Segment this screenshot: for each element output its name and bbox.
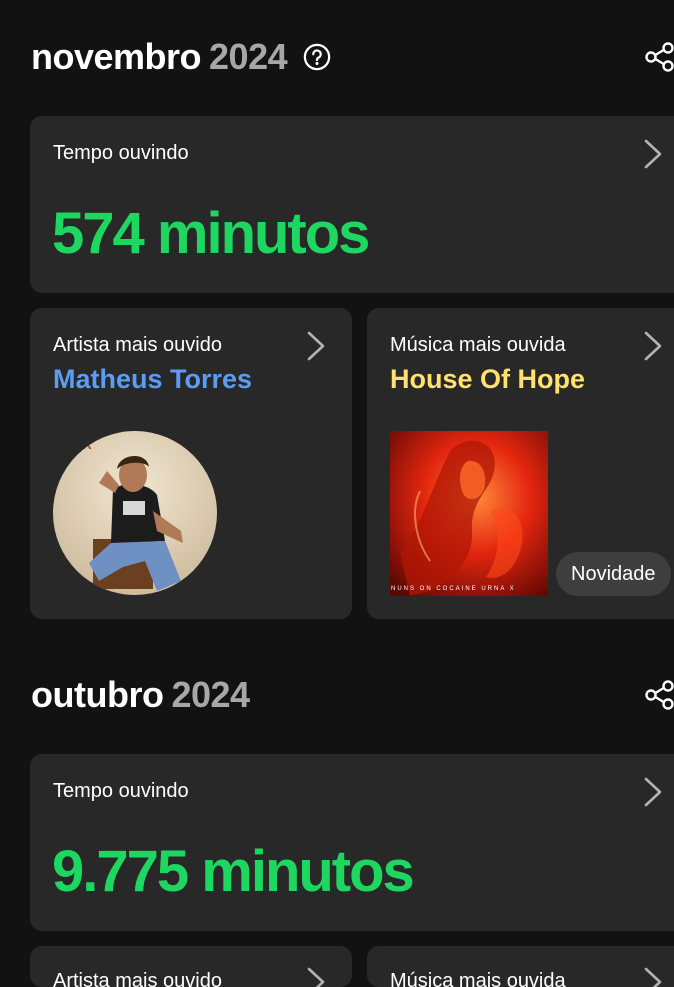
top-artist-label: Artista mais ouvido — [53, 334, 222, 356]
listening-time-label: Tempo ouvindo — [53, 142, 189, 164]
chevron-right-icon — [643, 966, 663, 987]
listening-time-value: 9.775 minutos — [52, 839, 415, 904]
share-icon[interactable] — [644, 680, 674, 710]
month-year: 2024 — [171, 674, 250, 715]
top-song-label: Música mais ouvida — [390, 970, 566, 987]
new-release-badge: Novidade — [556, 552, 671, 596]
month-name: novembro — [31, 36, 202, 77]
share-icon[interactable] — [644, 42, 674, 72]
listening-time-value: 574 minutos — [52, 201, 370, 266]
top-song-card[interactable]: Música mais ouvida — [367, 946, 674, 987]
month-header-october: outubro 2024 — [31, 670, 250, 720]
top-artist-label: Artista mais ouvido — [53, 970, 222, 987]
album-cover-caption: NUNS ON COCAINE URNA X — [391, 586, 516, 592]
top-song-card[interactable]: Música mais ouvida House Of Hope NUNS ON… — [367, 308, 674, 619]
artist-avatar: SER — [53, 431, 217, 595]
svg-text:SER: SER — [65, 437, 92, 452]
chevron-right-icon — [643, 138, 663, 170]
chevron-right-icon — [643, 330, 663, 362]
top-artist-name: Matheus Torres — [53, 364, 253, 394]
month-header-november: novembro 2024 — [31, 32, 331, 82]
top-song-label: Música mais ouvida — [390, 334, 566, 356]
chevron-right-icon — [643, 776, 663, 808]
chevron-right-icon — [306, 330, 326, 362]
listening-time-card[interactable]: Tempo ouvindo 9.775 minutos — [30, 754, 674, 931]
month-year: 2024 — [209, 36, 288, 77]
listening-time-card[interactable]: Tempo ouvindo 574 minutos — [30, 116, 674, 293]
stats-page: novembro 2024 Tempo ouvindo 574 minutos … — [0, 0, 674, 987]
top-artist-card[interactable]: Artista mais ouvido — [30, 946, 352, 987]
top-artist-card[interactable]: Artista mais ouvido Matheus Torres SER — [30, 308, 352, 619]
top-song-name: House Of Hope — [390, 364, 586, 394]
listening-time-label: Tempo ouvindo — [53, 780, 189, 802]
month-name: outubro — [31, 674, 164, 715]
chevron-right-icon — [306, 966, 326, 987]
help-circle-icon[interactable] — [303, 43, 331, 71]
album-cover-image: NUNS ON COCAINE URNA X — [390, 431, 548, 596]
